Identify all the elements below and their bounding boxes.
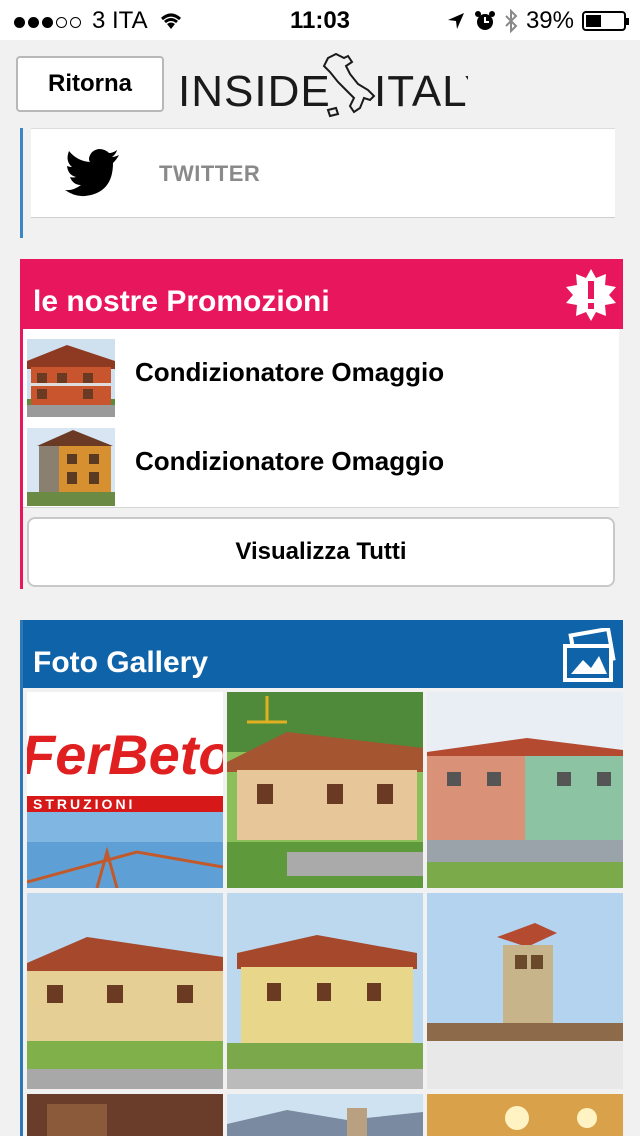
inside-italy-logo: INSIDE ITALY [178,52,468,118]
gallery-photo[interactable] [427,1094,623,1136]
gallery-photo[interactable] [27,1094,223,1136]
battery-icon [582,11,629,31]
svg-text:INSIDE: INSIDE [178,67,331,116]
promo-item[interactable]: Condizionatore Omaggio [23,329,619,419]
alarm-icon [474,11,495,30]
promo-item-label: Condizionatore Omaggio [135,357,445,387]
gallery-photo[interactable] [227,893,423,1089]
location-arrow-icon [447,13,464,29]
view-all-button[interactable]: Visualizza Tutti [27,517,615,587]
back-button[interactable]: Ritorna [16,56,164,112]
status-right: 39% [446,7,629,35]
bluetooth-icon [505,9,518,33]
twitter-label: TWITTER [159,161,261,186]
gallery-header: Foto Gallery [23,620,623,688]
gallery-photo[interactable] [427,893,623,1089]
promo-thumbnail [27,428,115,506]
promo-thumbnail [27,339,115,417]
alert-badge-icon [566,269,616,321]
svg-text:ITALY: ITALY [374,67,468,116]
promotions-header: le nostre Promozioni [23,259,623,329]
social-section: TWITTER [20,128,615,238]
gallery-title: Foto Gallery [33,646,209,679]
promo-item-label: Condizionatore Omaggio [135,446,445,476]
gallery-photo[interactable] [227,692,423,888]
svg-text:FerBeto: FerBeto [27,723,223,786]
promo-item[interactable]: Condizionatore Omaggio [23,418,619,508]
gallery-photo[interactable] [227,1094,423,1136]
promotions-section: le nostre Promozioni Condizionatore Omag… [20,259,623,589]
twitter-bird-icon [65,149,119,197]
gallery-photo[interactable]: FerBeto STRUZIONI [27,692,223,888]
svg-text:STRUZIONI: STRUZIONI [33,796,135,812]
status-bar: 3 ITA 11:03 39% [0,0,640,40]
twitter-link[interactable]: TWITTER [31,128,615,218]
promotions-title: le nostre Promozioni [33,285,330,318]
gallery-photo[interactable] [427,692,623,888]
photo-gallery-section: Foto Gallery FerBeto STRUZIONI [20,620,623,1136]
gallery-photo[interactable] [27,893,223,1089]
gallery-icon [563,628,616,682]
battery-percentage: 39% [525,7,574,34]
